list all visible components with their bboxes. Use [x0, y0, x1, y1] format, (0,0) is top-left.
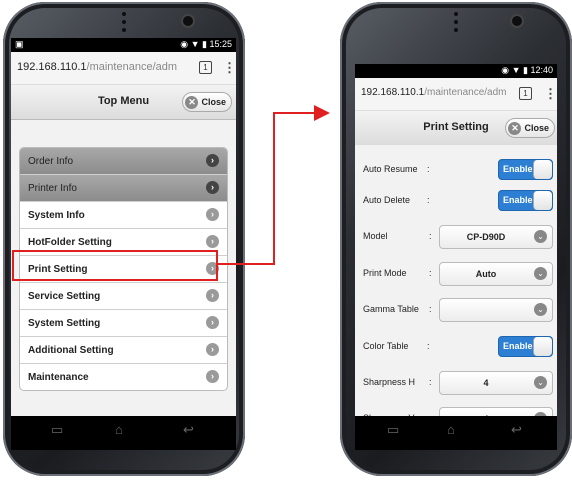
- camera-icon: [512, 16, 522, 26]
- speaker-dot: [454, 28, 458, 32]
- menu-item-service-setting[interactable]: Service Setting ›: [20, 283, 227, 310]
- status-time: 12:40: [530, 65, 553, 75]
- chevron-right-icon: ›: [206, 343, 219, 356]
- menu-item-label: Printer Info: [28, 183, 77, 194]
- home-icon[interactable]: ⌂: [447, 422, 455, 437]
- right-phone: ◉ ▼ ▮ 12:40 192.168.110.1/maintenance/ad…: [340, 2, 572, 476]
- tab-count-button[interactable]: 1: [519, 87, 532, 100]
- setting-label: Color Table: [363, 341, 409, 351]
- url-text[interactable]: 192.168.110.1/maintenance/adm: [17, 61, 177, 73]
- print-mode-select[interactable]: Auto ⌄: [439, 262, 553, 286]
- setting-auto-resume: Auto Resume : Enable: [355, 156, 557, 182]
- setting-label: Gamma Table: [363, 304, 419, 314]
- chevron-right-icon: ›: [206, 289, 219, 302]
- menu-item-label: Order Info: [28, 156, 74, 167]
- setting-label: Print Mode: [363, 268, 407, 278]
- recent-apps-icon[interactable]: ▭: [387, 422, 399, 438]
- back-icon[interactable]: ↩: [511, 422, 522, 438]
- auto-resume-toggle[interactable]: Enable: [498, 159, 553, 180]
- chevron-down-icon: ⌄: [534, 376, 547, 389]
- android-nav-bar: ▭ ⌂ ↩: [11, 416, 236, 450]
- left-phone: ▣ ◉ ▼ ▮ 15:25 192.168.110.1/maintenance/…: [3, 2, 245, 476]
- chevron-down-icon: ⌄: [534, 303, 547, 316]
- close-button[interactable]: ✕ Close: [182, 92, 232, 112]
- connector-line: [273, 112, 317, 114]
- speaker-dot: [454, 20, 458, 24]
- address-bar[interactable]: 192.168.110.1/maintenance/adm 1 ⋮: [11, 52, 236, 85]
- close-icon: ✕: [185, 96, 199, 110]
- overflow-menu-icon[interactable]: ⋮: [544, 86, 557, 102]
- setting-print-mode: Print Mode : Auto ⌄: [355, 260, 557, 286]
- menu-item-label: Maintenance: [28, 372, 89, 383]
- left-screen: ▣ ◉ ▼ ▮ 15:25 192.168.110.1/maintenance/…: [11, 38, 236, 432]
- chevron-right-icon: ›: [206, 208, 219, 221]
- address-bar[interactable]: 192.168.110.1/maintenance/adm 1 ⋮: [355, 78, 557, 111]
- menu-item-maintenance[interactable]: Maintenance ›: [20, 364, 227, 390]
- chevron-right-icon: ›: [206, 370, 219, 383]
- speaker-dot: [122, 20, 126, 24]
- menu-item-system-setting[interactable]: System Setting ›: [20, 310, 227, 337]
- menu-item-order-info[interactable]: Order Info ›: [20, 148, 227, 175]
- camera-icon: [183, 16, 193, 26]
- signal-icon: ◉ ▼ ▮: [180, 39, 210, 49]
- print-setting-highlight: [12, 250, 218, 281]
- menu-item-additional-setting[interactable]: Additional Setting ›: [20, 337, 227, 364]
- menu-item-label: Service Setting: [28, 291, 101, 302]
- setting-model: Model : CP-D90D ⌄: [355, 223, 557, 249]
- setting-label: Auto Delete: [363, 195, 411, 205]
- gamma-table-select[interactable]: ⌄: [439, 298, 553, 322]
- menu-item-label: HotFolder Setting: [28, 237, 112, 248]
- toggle-knob: [533, 160, 552, 179]
- close-button[interactable]: ✕ Close: [505, 118, 555, 138]
- speaker-dot: [122, 12, 126, 16]
- signal-icon: ◉ ▼ ▮: [501, 65, 531, 75]
- toggle-knob: [533, 337, 552, 356]
- menu-item-system-info[interactable]: System Info ›: [20, 202, 227, 229]
- menu-item-label: System Info: [28, 210, 85, 221]
- tab-count-button[interactable]: 1: [199, 61, 212, 74]
- overflow-menu-icon[interactable]: ⋮: [223, 60, 236, 76]
- setting-sharpness-h: Sharpness H : 4 ⌄: [355, 369, 557, 395]
- page-header: Top Menu ✕ Close: [11, 85, 236, 120]
- model-select[interactable]: CP-D90D ⌄: [439, 225, 553, 249]
- setting-label: Sharpness H: [363, 377, 416, 387]
- notification-icon: ▣: [15, 39, 24, 49]
- color-table-toggle[interactable]: Enable: [498, 336, 553, 357]
- setting-gamma-table: Gamma Table : ⌄: [355, 296, 557, 322]
- status-bar: ◉ ▼ ▮ 12:40: [355, 64, 557, 78]
- settings-form: Auto Resume : Enable Auto Delete : Enabl…: [355, 145, 557, 430]
- setting-label: Model: [363, 231, 388, 241]
- chevron-down-icon: ⌄: [534, 230, 547, 243]
- status-bar: ▣ ◉ ▼ ▮ 15:25: [11, 38, 236, 52]
- page-header: Print Setting ✕ Close: [355, 111, 557, 146]
- speaker-dot: [122, 28, 126, 32]
- setting-color-table: Color Table : Enable: [355, 333, 557, 359]
- setting-auto-delete: Auto Delete : Enable: [355, 187, 557, 213]
- menu-item-label: Additional Setting: [28, 345, 114, 356]
- menu-item-label: System Setting: [28, 318, 101, 329]
- back-icon[interactable]: ↩: [183, 422, 194, 438]
- toggle-knob: [533, 191, 552, 210]
- auto-delete-toggle[interactable]: Enable: [498, 190, 553, 211]
- right-screen: ◉ ▼ ▮ 12:40 192.168.110.1/maintenance/ad…: [355, 64, 557, 430]
- chevron-right-icon: ›: [206, 181, 219, 194]
- arrow-head-icon: [314, 105, 330, 121]
- menu-item-printer-info[interactable]: Printer Info ›: [20, 175, 227, 202]
- chevron-right-icon: ›: [206, 316, 219, 329]
- chevron-right-icon: ›: [206, 154, 219, 167]
- setting-label: Auto Resume: [363, 164, 418, 174]
- chevron-right-icon: ›: [206, 235, 219, 248]
- home-icon[interactable]: ⌂: [115, 422, 123, 437]
- recent-apps-icon[interactable]: ▭: [51, 422, 63, 438]
- chevron-down-icon: ⌄: [534, 267, 547, 280]
- status-time: 15:25: [209, 39, 232, 49]
- sharpness-h-select[interactable]: 4 ⌄: [439, 371, 553, 395]
- close-icon: ✕: [508, 122, 522, 136]
- android-nav-bar: ▭ ⌂ ↩: [355, 416, 557, 450]
- connector-line: [273, 112, 275, 265]
- speaker-dot: [454, 12, 458, 16]
- connector-line: [216, 263, 275, 265]
- url-text[interactable]: 192.168.110.1/maintenance/adm: [361, 87, 507, 98]
